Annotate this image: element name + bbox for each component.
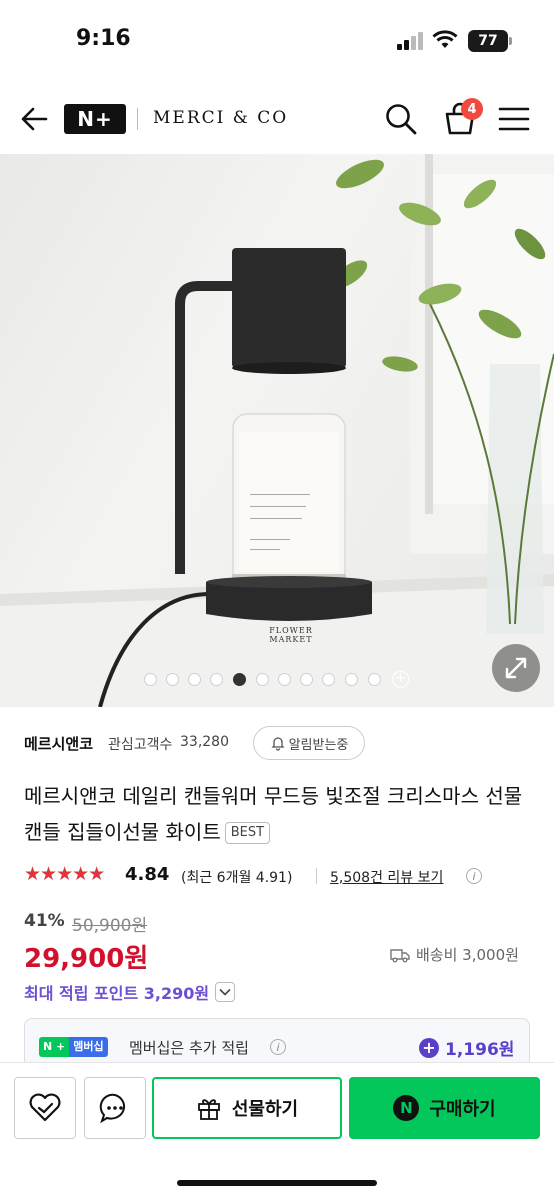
naver-plus-logo[interactable]: N+	[64, 104, 126, 134]
buy-button[interactable]: N 구매하기	[349, 1077, 540, 1139]
product-title: 메르시앤코 데일리 캔들워머 무드등 빛조절 크리스마스 선물 캔들 집들이선물…	[24, 778, 530, 850]
gallery-dot[interactable]	[368, 673, 381, 686]
shipping-text: 배송비 3,000원	[416, 946, 519, 964]
membership-points: + 1,196원	[419, 1035, 514, 1060]
brand-name[interactable]: MERCI & CO	[153, 108, 288, 128]
expand-arrows-icon	[505, 657, 527, 679]
bell-icon	[271, 737, 285, 751]
cart-count-badge: 4	[461, 98, 483, 120]
heart-check-icon	[29, 1093, 61, 1122]
max-points-text: 최대 적립 포인트 3,290원	[24, 984, 210, 1003]
logo-divider	[137, 108, 138, 130]
alarm-label: 알림받는중	[288, 737, 349, 753]
gallery-dot-active[interactable]	[233, 673, 246, 686]
discount-rate: 41%	[24, 911, 65, 931]
chat-bubble-icon	[99, 1093, 126, 1124]
gallery-dot[interactable]	[166, 673, 179, 686]
follower-label: 관심고객수	[108, 737, 173, 753]
product-photo	[0, 154, 554, 707]
gallery-dot[interactable]	[144, 673, 157, 686]
chevron-down-icon[interactable]	[215, 982, 236, 1002]
shipping-fee: 배송비 3,000원	[390, 944, 519, 965]
original-price: 50,900원	[72, 916, 148, 936]
plus-circle-icon: +	[419, 1037, 439, 1058]
max-points[interactable]: 최대 적립 포인트 3,290원	[24, 980, 236, 1004]
notification-subscribe-button[interactable]: 알림받는중	[253, 726, 365, 760]
rating-row: ★★★★★ 4.84 (최근 6개월 4.91) 5,508건 리뷰 보기 i	[24, 862, 530, 890]
rating-divider	[316, 868, 317, 884]
product-image-gallery[interactable]: FLOWER MARKET	[0, 154, 554, 707]
membership-badge-right: 멤버십	[69, 1037, 108, 1057]
best-badge: BEST	[224, 822, 271, 844]
info-icon[interactable]: i	[466, 868, 482, 884]
gallery-dot[interactable]	[345, 673, 358, 686]
star-rating-icon: ★★★★★	[24, 863, 105, 885]
hamburger-menu-icon[interactable]	[498, 104, 530, 134]
rating-score: 4.84	[125, 864, 170, 885]
gallery-indicators: +	[0, 668, 554, 690]
expand-button[interactable]	[492, 644, 540, 692]
follower-count: 33,280	[180, 734, 229, 750]
recent-rating: (최근 6개월 4.91)	[181, 870, 293, 886]
cellular-signal-icon	[397, 32, 423, 50]
review-link[interactable]: 5,508건 리뷰 보기	[330, 867, 443, 887]
wishlist-button[interactable]	[14, 1077, 76, 1139]
gift-button[interactable]: 선물하기	[152, 1077, 342, 1139]
buy-label: 구매하기	[429, 1099, 496, 1120]
chat-button[interactable]	[84, 1077, 146, 1139]
membership-badge-left: N +	[39, 1037, 70, 1057]
gallery-dot[interactable]	[322, 673, 335, 686]
store-name[interactable]: 메르시앤코	[24, 733, 93, 754]
product-title-text: 메르시앤코 데일리 캔들워머 무드등 빛조절 크리스마스 선물 캔들 집들이선물…	[24, 784, 523, 844]
gallery-dot[interactable]	[256, 673, 269, 686]
gallery-dot[interactable]	[210, 673, 223, 686]
back-arrow-icon[interactable]	[18, 102, 52, 136]
battery-cap	[509, 37, 512, 45]
membership-points-value: 1,196원	[445, 1040, 515, 1060]
naver-pay-icon: N	[393, 1095, 420, 1121]
app-header: N+ MERCI & CO 4	[0, 84, 554, 154]
gift-icon	[197, 1099, 220, 1120]
info-icon[interactable]: i	[270, 1039, 286, 1055]
gallery-dot[interactable]	[278, 673, 291, 686]
sale-price: 29,900원	[24, 944, 149, 974]
wifi-icon	[432, 30, 458, 48]
membership-text: 멤버십은 추가 적립	[129, 1039, 249, 1057]
home-indicator	[177, 1180, 377, 1186]
truck-icon	[390, 948, 410, 962]
gift-label: 선물하기	[231, 1099, 299, 1120]
battery-icon: 77	[468, 30, 508, 52]
jar-label-text: FLOWER MARKET	[269, 626, 313, 644]
status-bar: 9:16 77	[0, 0, 554, 80]
store-info-row: 메르시앤코 관심고객수 33,280 알림받는중	[24, 725, 530, 761]
gallery-dot[interactable]	[300, 673, 313, 686]
status-time: 9:16	[76, 26, 131, 51]
search-icon[interactable]	[384, 102, 418, 136]
more-images-plus-icon[interactable]: +	[392, 671, 409, 688]
naver-plus-membership-badge: N + 멤버십	[39, 1037, 108, 1057]
gallery-dot[interactable]	[188, 673, 201, 686]
